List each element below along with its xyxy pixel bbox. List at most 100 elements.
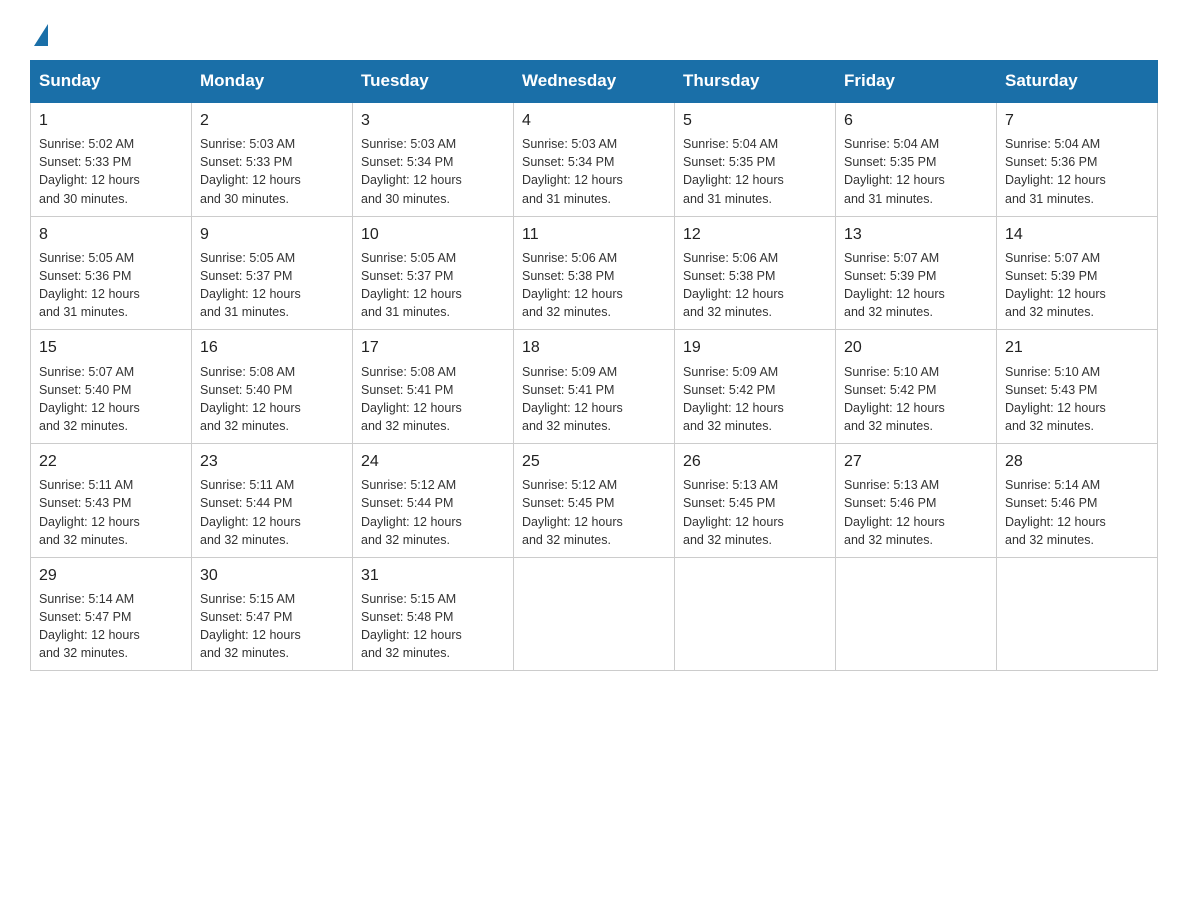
calendar-cell: 11 Sunrise: 5:06 AMSunset: 5:38 PMDayligh… — [514, 216, 675, 330]
logo — [30, 20, 48, 42]
day-info: Sunrise: 5:15 AMSunset: 5:47 PMDaylight:… — [200, 592, 301, 660]
calendar-cell: 30 Sunrise: 5:15 AMSunset: 5:47 PMDayligh… — [192, 557, 353, 671]
day-number: 23 — [200, 450, 344, 473]
calendar-cell: 2 Sunrise: 5:03 AMSunset: 5:33 PMDaylight… — [192, 102, 353, 216]
day-info: Sunrise: 5:10 AMSunset: 5:43 PMDaylight:… — [1005, 365, 1106, 433]
weekday-thursday: Thursday — [675, 61, 836, 103]
calendar-cell: 14 Sunrise: 5:07 AMSunset: 5:39 PMDayligh… — [997, 216, 1158, 330]
day-number: 31 — [361, 564, 505, 587]
day-number: 21 — [1005, 336, 1149, 359]
day-number: 13 — [844, 223, 988, 246]
calendar-cell: 5 Sunrise: 5:04 AMSunset: 5:35 PMDaylight… — [675, 102, 836, 216]
day-info: Sunrise: 5:09 AMSunset: 5:42 PMDaylight:… — [683, 365, 784, 433]
day-number: 27 — [844, 450, 988, 473]
day-info: Sunrise: 5:04 AMSunset: 5:35 PMDaylight:… — [683, 137, 784, 205]
day-number: 10 — [361, 223, 505, 246]
calendar-cell: 9 Sunrise: 5:05 AMSunset: 5:37 PMDaylight… — [192, 216, 353, 330]
calendar-cell: 1 Sunrise: 5:02 AMSunset: 5:33 PMDaylight… — [31, 102, 192, 216]
day-info: Sunrise: 5:14 AMSunset: 5:47 PMDaylight:… — [39, 592, 140, 660]
calendar-cell: 22 Sunrise: 5:11 AMSunset: 5:43 PMDayligh… — [31, 444, 192, 558]
day-number: 17 — [361, 336, 505, 359]
day-number: 4 — [522, 109, 666, 132]
calendar-cell — [514, 557, 675, 671]
calendar-cell: 21 Sunrise: 5:10 AMSunset: 5:43 PMDayligh… — [997, 330, 1158, 444]
weekday-header-row: SundayMondayTuesdayWednesdayThursdayFrid… — [31, 61, 1158, 103]
day-info: Sunrise: 5:02 AMSunset: 5:33 PMDaylight:… — [39, 137, 140, 205]
calendar-cell: 24 Sunrise: 5:12 AMSunset: 5:44 PMDayligh… — [353, 444, 514, 558]
day-number: 1 — [39, 109, 183, 132]
calendar-cell — [675, 557, 836, 671]
calendar-cell: 17 Sunrise: 5:08 AMSunset: 5:41 PMDayligh… — [353, 330, 514, 444]
weekday-wednesday: Wednesday — [514, 61, 675, 103]
day-info: Sunrise: 5:12 AMSunset: 5:45 PMDaylight:… — [522, 478, 623, 546]
calendar-week-1: 1 Sunrise: 5:02 AMSunset: 5:33 PMDaylight… — [31, 102, 1158, 216]
day-number: 19 — [683, 336, 827, 359]
day-info: Sunrise: 5:08 AMSunset: 5:41 PMDaylight:… — [361, 365, 462, 433]
day-number: 9 — [200, 223, 344, 246]
day-info: Sunrise: 5:11 AMSunset: 5:43 PMDaylight:… — [39, 478, 140, 546]
day-number: 11 — [522, 223, 666, 246]
calendar-body: 1 Sunrise: 5:02 AMSunset: 5:33 PMDaylight… — [31, 102, 1158, 671]
day-number: 25 — [522, 450, 666, 473]
calendar-cell: 7Sunrise: 5:04 AMSunset: 5:36 PMDaylight… — [997, 102, 1158, 216]
calendar-cell: 29Sunrise: 5:14 AMSunset: 5:47 PMDayligh… — [31, 557, 192, 671]
day-info: Sunrise: 5:03 AMSunset: 5:33 PMDaylight:… — [200, 137, 301, 205]
calendar-cell: 27Sunrise: 5:13 AMSunset: 5:46 PMDayligh… — [836, 444, 997, 558]
calendar-cell: 4 Sunrise: 5:03 AMSunset: 5:34 PMDaylight… — [514, 102, 675, 216]
calendar-cell: 10Sunrise: 5:05 AMSunset: 5:37 PMDayligh… — [353, 216, 514, 330]
calendar-cell: 12Sunrise: 5:06 AMSunset: 5:38 PMDayligh… — [675, 216, 836, 330]
day-number: 2 — [200, 109, 344, 132]
day-number: 3 — [361, 109, 505, 132]
weekday-monday: Monday — [192, 61, 353, 103]
day-info: Sunrise: 5:04 AMSunset: 5:35 PMDaylight:… — [844, 137, 945, 205]
day-number: 16 — [200, 336, 344, 359]
day-info: Sunrise: 5:08 AMSunset: 5:40 PMDaylight:… — [200, 365, 301, 433]
day-number: 15 — [39, 336, 183, 359]
day-number: 7 — [1005, 109, 1149, 132]
calendar-week-4: 22 Sunrise: 5:11 AMSunset: 5:43 PMDayligh… — [31, 444, 1158, 558]
weekday-tuesday: Tuesday — [353, 61, 514, 103]
day-number: 26 — [683, 450, 827, 473]
calendar-week-3: 15 Sunrise: 5:07 AMSunset: 5:40 PMDayligh… — [31, 330, 1158, 444]
calendar-week-5: 29Sunrise: 5:14 AMSunset: 5:47 PMDayligh… — [31, 557, 1158, 671]
day-info: Sunrise: 5:05 AMSunset: 5:36 PMDaylight:… — [39, 251, 140, 319]
day-info: Sunrise: 5:07 AMSunset: 5:39 PMDaylight:… — [1005, 251, 1106, 319]
calendar-cell — [997, 557, 1158, 671]
calendar-cell: 28 Sunrise: 5:14 AMSunset: 5:46 PMDayligh… — [997, 444, 1158, 558]
day-number: 30 — [200, 564, 344, 587]
day-number: 20 — [844, 336, 988, 359]
day-info: Sunrise: 5:09 AMSunset: 5:41 PMDaylight:… — [522, 365, 623, 433]
day-info: Sunrise: 5:14 AMSunset: 5:46 PMDaylight:… — [1005, 478, 1106, 546]
day-number: 6 — [844, 109, 988, 132]
calendar-week-2: 8 Sunrise: 5:05 AMSunset: 5:36 PMDaylight… — [31, 216, 1158, 330]
day-info: Sunrise: 5:12 AMSunset: 5:44 PMDaylight:… — [361, 478, 462, 546]
day-info: Sunrise: 5:10 AMSunset: 5:42 PMDaylight:… — [844, 365, 945, 433]
calendar-cell: 19 Sunrise: 5:09 AMSunset: 5:42 PMDayligh… — [675, 330, 836, 444]
calendar-cell: 13 Sunrise: 5:07 AMSunset: 5:39 PMDayligh… — [836, 216, 997, 330]
calendar-cell: 16 Sunrise: 5:08 AMSunset: 5:40 PMDayligh… — [192, 330, 353, 444]
day-number: 22 — [39, 450, 183, 473]
day-info: Sunrise: 5:05 AMSunset: 5:37 PMDaylight:… — [200, 251, 301, 319]
calendar-cell: 8 Sunrise: 5:05 AMSunset: 5:36 PMDaylight… — [31, 216, 192, 330]
calendar-cell: 31Sunrise: 5:15 AMSunset: 5:48 PMDayligh… — [353, 557, 514, 671]
day-info: Sunrise: 5:11 AMSunset: 5:44 PMDaylight:… — [200, 478, 301, 546]
calendar-cell: 26Sunrise: 5:13 AMSunset: 5:45 PMDayligh… — [675, 444, 836, 558]
day-info: Sunrise: 5:06 AMSunset: 5:38 PMDaylight:… — [683, 251, 784, 319]
day-number: 8 — [39, 223, 183, 246]
day-info: Sunrise: 5:06 AMSunset: 5:38 PMDaylight:… — [522, 251, 623, 319]
calendar-cell — [836, 557, 997, 671]
day-info: Sunrise: 5:07 AMSunset: 5:39 PMDaylight:… — [844, 251, 945, 319]
day-number: 24 — [361, 450, 505, 473]
weekday-sunday: Sunday — [31, 61, 192, 103]
calendar-header: SundayMondayTuesdayWednesdayThursdayFrid… — [31, 61, 1158, 103]
day-number: 28 — [1005, 450, 1149, 473]
day-info: Sunrise: 5:07 AMSunset: 5:40 PMDaylight:… — [39, 365, 140, 433]
calendar-table: SundayMondayTuesdayWednesdayThursdayFrid… — [30, 60, 1158, 671]
calendar-cell: 20 Sunrise: 5:10 AMSunset: 5:42 PMDayligh… — [836, 330, 997, 444]
calendar-cell: 25 Sunrise: 5:12 AMSunset: 5:45 PMDayligh… — [514, 444, 675, 558]
day-number: 14 — [1005, 223, 1149, 246]
calendar-cell: 15 Sunrise: 5:07 AMSunset: 5:40 PMDayligh… — [31, 330, 192, 444]
day-info: Sunrise: 5:03 AMSunset: 5:34 PMDaylight:… — [361, 137, 462, 205]
day-info: Sunrise: 5:03 AMSunset: 5:34 PMDaylight:… — [522, 137, 623, 205]
day-number: 5 — [683, 109, 827, 132]
